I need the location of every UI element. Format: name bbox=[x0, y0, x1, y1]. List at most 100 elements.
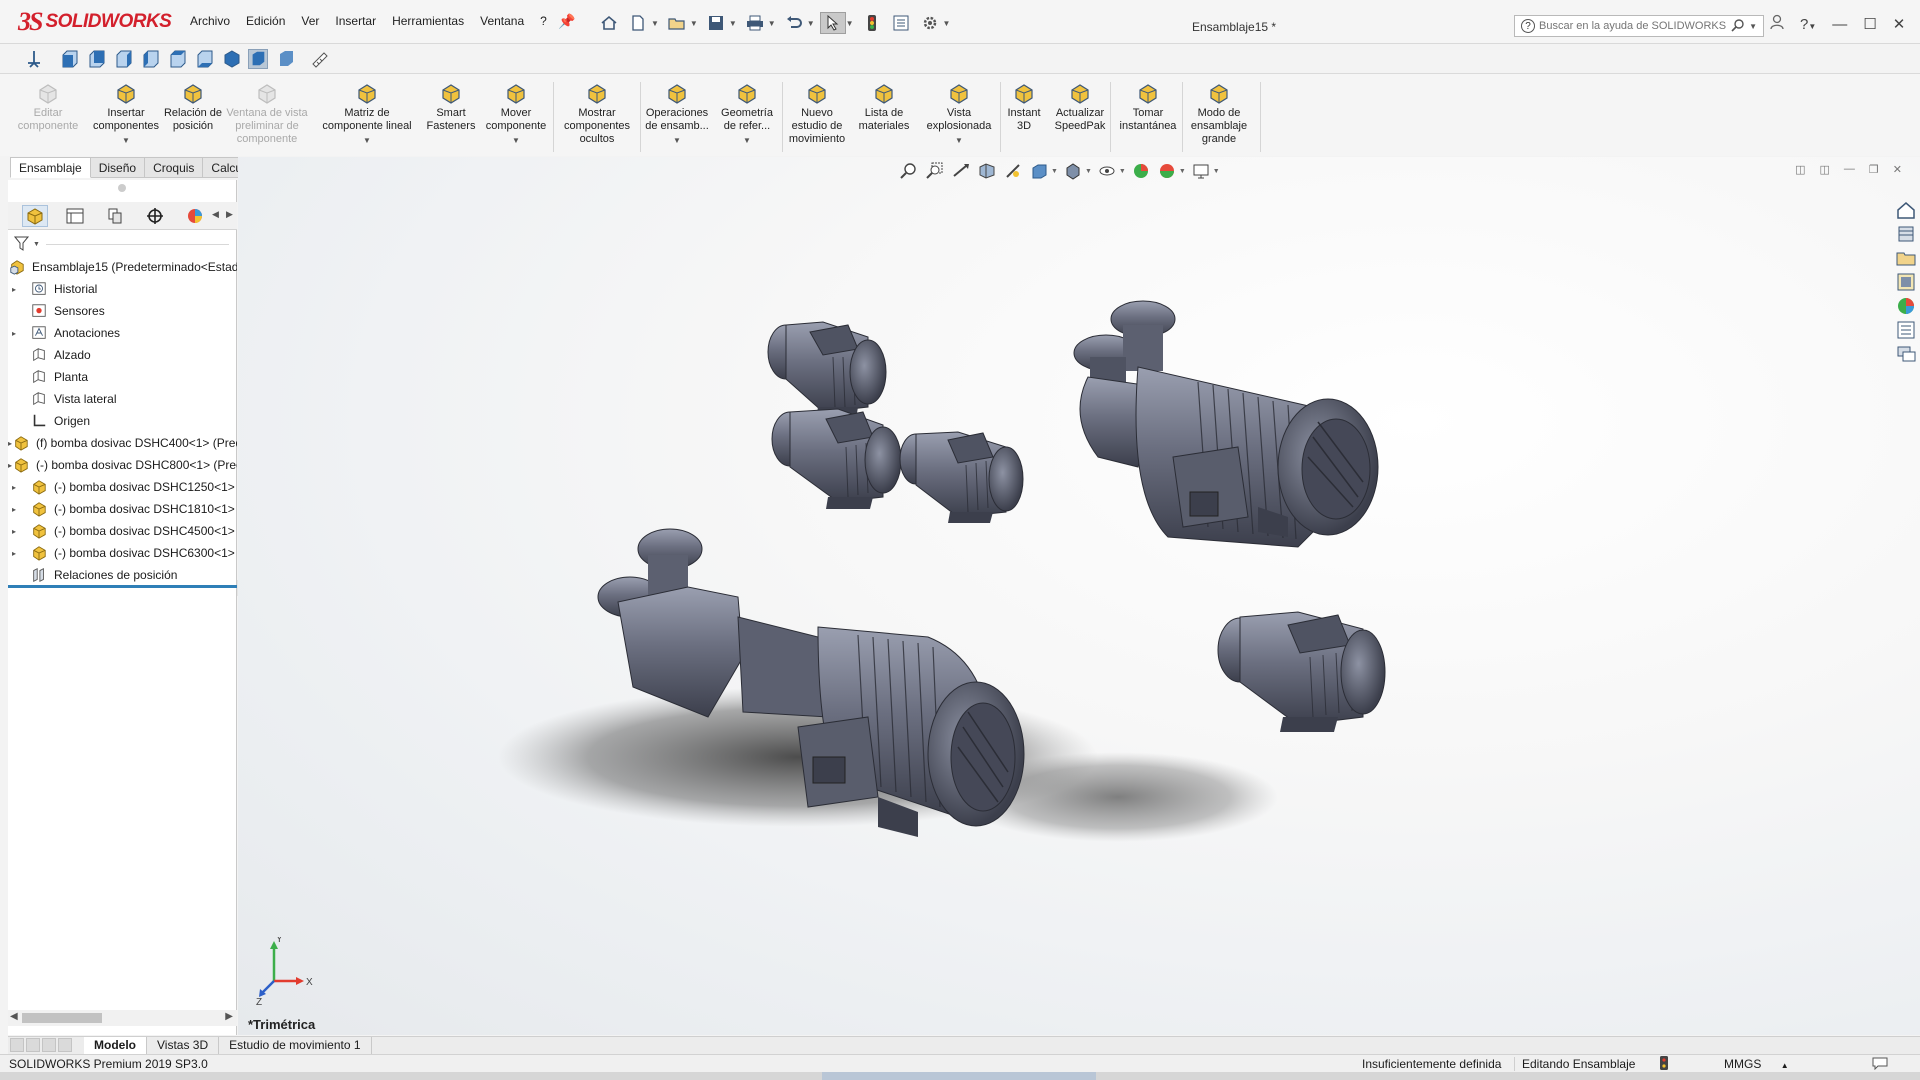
expand-arrow-icon[interactable]: ▸ bbox=[8, 329, 20, 338]
chevron-down-icon[interactable]: ▼ bbox=[1749, 22, 1757, 31]
expand-arrow-icon[interactable]: ▸ bbox=[8, 549, 20, 558]
tree-item[interactable]: ▸ (-) bomba dosivac DSHC6300<1> bbox=[8, 542, 237, 564]
chevron-down-icon[interactable]: ▼ bbox=[690, 19, 698, 28]
bottom-view-icon[interactable] bbox=[195, 49, 215, 69]
chevron-down-icon[interactable]: ▼ bbox=[846, 19, 854, 28]
top-view-icon[interactable] bbox=[168, 49, 188, 69]
bottom-tab-vistas-3d[interactable]: Vistas 3D bbox=[147, 1036, 220, 1055]
scroll-left-icon[interactable]: ◀ bbox=[10, 1011, 18, 1022]
reference-triad[interactable]: Y X Z bbox=[256, 937, 316, 1007]
save-icon[interactable] bbox=[703, 12, 729, 34]
rebuild-traffic-light-icon[interactable] bbox=[859, 12, 885, 34]
solidworks-logo[interactable]: 3S SOLIDWORKS bbox=[18, 7, 172, 36]
chevron-down-icon[interactable]: ▼ bbox=[363, 134, 371, 147]
cmd-insert-components-button[interactable]: Insertar componentes ▼ bbox=[88, 76, 164, 154]
tree-item[interactable]: ▸ (-) bomba dosivac DSHC1810<1> bbox=[8, 498, 237, 520]
help-search-box[interactable]: ? ▼ bbox=[1514, 15, 1764, 37]
configuration-manager-tab-icon[interactable] bbox=[102, 205, 128, 227]
front-view-icon[interactable] bbox=[60, 49, 80, 69]
assembly-3d-scene[interactable] bbox=[238, 157, 1920, 1035]
pin-menu-icon[interactable]: 📌 bbox=[558, 13, 575, 30]
tree-item[interactable]: ▸ (-) bomba dosivac DSHC1250<1> bbox=[8, 476, 237, 498]
tab-scroll-right-icon[interactable]: ▶ bbox=[226, 209, 233, 220]
normal-to-icon[interactable] bbox=[24, 49, 44, 69]
open-folder-icon[interactable] bbox=[664, 12, 690, 34]
tab-scroll-left-icon[interactable]: ◀ bbox=[212, 209, 219, 220]
next-tab-icon[interactable] bbox=[42, 1037, 56, 1052]
filter-icon[interactable] bbox=[14, 236, 32, 252]
cmd-move-component-button[interactable]: Mover componente ▼ bbox=[478, 76, 554, 154]
cmd-instant3d-button[interactable]: Instant 3D bbox=[1002, 76, 1046, 154]
chevron-down-icon[interactable]: ▼ bbox=[807, 19, 815, 28]
property-manager-tab-icon[interactable] bbox=[62, 205, 88, 227]
menu-item-insertar[interactable]: Insertar bbox=[335, 14, 376, 28]
cmd-speedpak-button[interactable]: Actualizar SpeedPak bbox=[1048, 76, 1112, 154]
tree-item[interactable]: Alzado bbox=[8, 344, 237, 366]
bottom-tab-modelo[interactable]: Modelo bbox=[84, 1036, 147, 1055]
tree-item[interactable]: ▸(f) bomba dosivac DSHC400<1> (Predeterm… bbox=[8, 432, 237, 454]
last-tab-icon[interactable] bbox=[58, 1037, 72, 1052]
pump-dshc1810[interactable] bbox=[1217, 611, 1386, 732]
chevron-down-icon[interactable]: ▼ bbox=[651, 19, 659, 28]
chevron-down-icon[interactable]: ▼ bbox=[955, 134, 963, 147]
tab-diseño[interactable]: Diseño bbox=[90, 157, 146, 178]
tab-croquis[interactable]: Croquis bbox=[145, 157, 204, 178]
tree-item[interactable]: ▸ Historial bbox=[8, 278, 237, 300]
cmd-large-assembly-button[interactable]: Modo de ensamblaje grande bbox=[1184, 76, 1254, 154]
expand-arrow-icon[interactable]: ▸ bbox=[8, 285, 20, 294]
cmd-component-preview-button[interactable]: Ventana de vista preliminar de component… bbox=[222, 76, 312, 154]
chevron-down-icon[interactable]: ▼ bbox=[943, 19, 951, 28]
menu-item-ver[interactable]: Ver bbox=[301, 14, 319, 28]
cmd-smart-fasteners-button[interactable]: Smart Fasteners bbox=[422, 76, 480, 154]
cmd-mate-button[interactable]: Relación de posición bbox=[162, 76, 224, 154]
rebuild-status-icon[interactable] bbox=[1660, 1056, 1668, 1073]
tree-item[interactable]: ▸ (-) bomba dosivac DSHC4500<1> bbox=[8, 520, 237, 542]
cmd-edit-component-button[interactable]: Editar componente bbox=[18, 76, 78, 154]
first-tab-icon[interactable] bbox=[10, 1037, 24, 1052]
tree-root[interactable]: Ensamblaje15 (Predeterminado<Estado de v… bbox=[8, 256, 237, 278]
expand-arrow-icon[interactable]: ▸ bbox=[8, 505, 20, 514]
maximize-window-icon[interactable]: ☐ bbox=[1863, 15, 1876, 33]
menu-item-ventana[interactable]: Ventana bbox=[480, 14, 524, 28]
cmd-assembly-features-button[interactable]: Operaciones de ensamb... ▼ bbox=[640, 76, 714, 154]
cmd-linear-pattern-button[interactable]: Matriz de componente lineal ▼ bbox=[314, 76, 420, 154]
left-view-icon[interactable] bbox=[114, 49, 134, 69]
tree-item[interactable]: ▸(-) bomba dosivac DSHC800<1> (Predeterm… bbox=[8, 454, 237, 476]
feature-manager-tab-icon[interactable] bbox=[22, 205, 48, 227]
dimxpert-manager-tab-icon[interactable] bbox=[142, 205, 168, 227]
help-search-input[interactable] bbox=[1539, 20, 1728, 32]
tree-item[interactable]: ▸ Anotaciones bbox=[8, 322, 237, 344]
display-manager-tab-icon[interactable] bbox=[182, 205, 208, 227]
tree-item[interactable]: Planta bbox=[8, 366, 237, 388]
bottom-tab-estudio-de-movimiento-1[interactable]: Estudio de movimiento 1 bbox=[219, 1036, 372, 1055]
graphics-area[interactable]: ▼ ▼ ▼ ▼ ▼ ◫ ◫ — ❐ ✕ Y X Z *Trimétrica bbox=[238, 157, 1920, 1035]
home-icon[interactable] bbox=[596, 12, 622, 34]
menu-item-archivo[interactable]: Archivo bbox=[190, 14, 230, 28]
minimize-window-icon[interactable]: — bbox=[1832, 16, 1847, 33]
search-icon[interactable] bbox=[1731, 18, 1745, 35]
menu-item-herramientas[interactable]: Herramientas bbox=[392, 14, 464, 28]
menu-item-help[interactable]: ? bbox=[540, 14, 547, 28]
cmd-snapshot-button[interactable]: Tomar instantánea bbox=[1112, 76, 1184, 154]
cmd-reference-geometry-button[interactable]: Geometría de refer... ▼ bbox=[716, 76, 778, 154]
scrollbar-thumb[interactable] bbox=[22, 1013, 102, 1023]
menu-item-edición[interactable]: Edición bbox=[246, 14, 285, 28]
pump-dshc1250[interactable] bbox=[899, 431, 1024, 523]
chevron-down-icon[interactable]: ▼ bbox=[673, 134, 681, 147]
chevron-down-icon[interactable]: ▼ bbox=[743, 134, 751, 147]
panel-horizontal-scrollbar[interactable]: ◀ ▶ bbox=[8, 1010, 237, 1026]
undo-icon[interactable] bbox=[781, 12, 807, 34]
options-gear-icon[interactable] bbox=[917, 12, 943, 34]
cmd-bom-button[interactable]: Lista de materiales bbox=[850, 76, 918, 154]
cmd-exploded-view-button[interactable]: Vista explosionada ▼ bbox=[920, 76, 998, 154]
new-document-icon[interactable] bbox=[625, 12, 651, 34]
right-view-icon[interactable] bbox=[141, 49, 161, 69]
file-properties-icon[interactable] bbox=[888, 12, 914, 34]
pump-dshc800[interactable] bbox=[771, 408, 902, 509]
tab-ensamblaje[interactable]: Ensamblaje bbox=[10, 157, 91, 178]
unit-system[interactable]: MMGS ▲ bbox=[1724, 1057, 1789, 1071]
measure-tool-icon[interactable] bbox=[310, 49, 330, 69]
prev-tab-icon[interactable] bbox=[26, 1037, 40, 1052]
rollback-bar[interactable] bbox=[8, 585, 237, 588]
select-cursor-icon[interactable] bbox=[819, 12, 846, 34]
